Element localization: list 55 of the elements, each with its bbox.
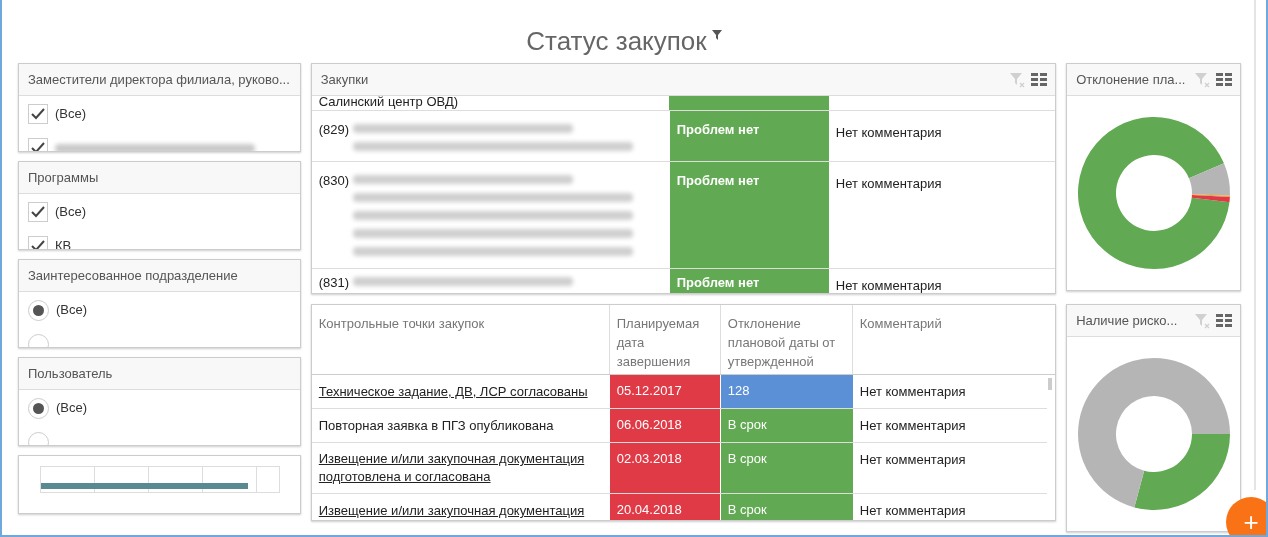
layout-icon[interactable] xyxy=(1216,73,1232,86)
column-header: Комментарий xyxy=(859,315,943,333)
table-cell: Нет комментария xyxy=(835,278,942,293)
option-label: (Все) xyxy=(56,301,88,320)
table-cell: Нет комментария xyxy=(835,176,942,191)
table-cell: Нет комментария xyxy=(859,503,966,518)
checkmark-icon xyxy=(31,240,45,249)
layout-icon[interactable] xyxy=(1216,314,1232,327)
checkmark-icon xyxy=(31,142,45,151)
column-header: Отклонение плановой даты от утвержденной xyxy=(727,315,837,371)
scrollbar xyxy=(1048,378,1053,390)
checkpoint-link[interactable]: Извещение и/или закупочная документация xyxy=(318,502,585,520)
filter-title: Заместители директора филиала, руково... xyxy=(28,70,290,89)
filter-icon[interactable] xyxy=(711,29,722,40)
chart-title: Отклонение пла... xyxy=(1076,70,1187,89)
checkbox[interactable] xyxy=(28,104,48,124)
checkmark-icon xyxy=(31,206,45,218)
filter-title: Заинтересованное подразделение xyxy=(28,266,238,285)
table-cell: Повторная заявка в ПГЗ опубликована xyxy=(318,417,554,435)
layout-icon[interactable] xyxy=(1031,73,1048,86)
option-label: (Все) xyxy=(55,203,87,222)
table-cell: Нет комментария xyxy=(859,452,966,467)
filter-title: Пользователь xyxy=(28,364,113,383)
table-cell: Нет комментария xyxy=(835,125,942,140)
deviation-cell: В срок xyxy=(720,443,853,493)
table-cell-text: (829) xyxy=(318,121,350,139)
table-cell: Нет комментария xyxy=(859,384,966,399)
checkbox[interactable] xyxy=(28,202,48,222)
column-header: Контрольные точки закупок xyxy=(318,315,486,333)
filter-title: Программы xyxy=(28,168,99,187)
chart-title: Наличие риско... xyxy=(1076,311,1179,330)
column-header: Планируемая дата завершения xyxy=(616,315,701,371)
date-cell: 02.03.2018 xyxy=(609,443,721,493)
radio-button[interactable] xyxy=(28,397,49,419)
date-cell: 06.06.2018 xyxy=(609,409,721,442)
radio-button[interactable] xyxy=(28,299,49,321)
dashboard-title: Статус закупок xyxy=(526,25,707,58)
table-cell: Нет комментария xyxy=(859,418,966,433)
date-cell: 20.04.2018 xyxy=(609,494,721,520)
checkpoint-link[interactable]: Извещение и/или закупочная документация подготовлена и согласована xyxy=(318,450,603,486)
status-cell: Проблем нет xyxy=(668,162,829,268)
deviation-cell: В срок xyxy=(720,409,853,442)
option-label: (Все) xyxy=(55,105,87,124)
deviation-cell: В срок xyxy=(720,494,853,520)
table-cell-text: (831) xyxy=(318,274,350,292)
checkpoint-link[interactable]: Техническое задание, ДВ, ЛСР согласованы xyxy=(318,383,588,401)
panel-title: Закупки xyxy=(320,70,370,89)
status-cell: Проблем нет xyxy=(668,269,829,293)
table-cell-text: (830) xyxy=(318,172,350,190)
option-label: (Все) xyxy=(56,399,88,418)
status-cell: Проблем нет xyxy=(668,111,829,161)
checkmark-icon xyxy=(31,108,45,120)
deviation-cell: 128 xyxy=(720,375,853,408)
table-cell: Салинский центр ОВД) xyxy=(318,96,458,110)
date-cell: 05.12.2017 xyxy=(609,375,721,408)
